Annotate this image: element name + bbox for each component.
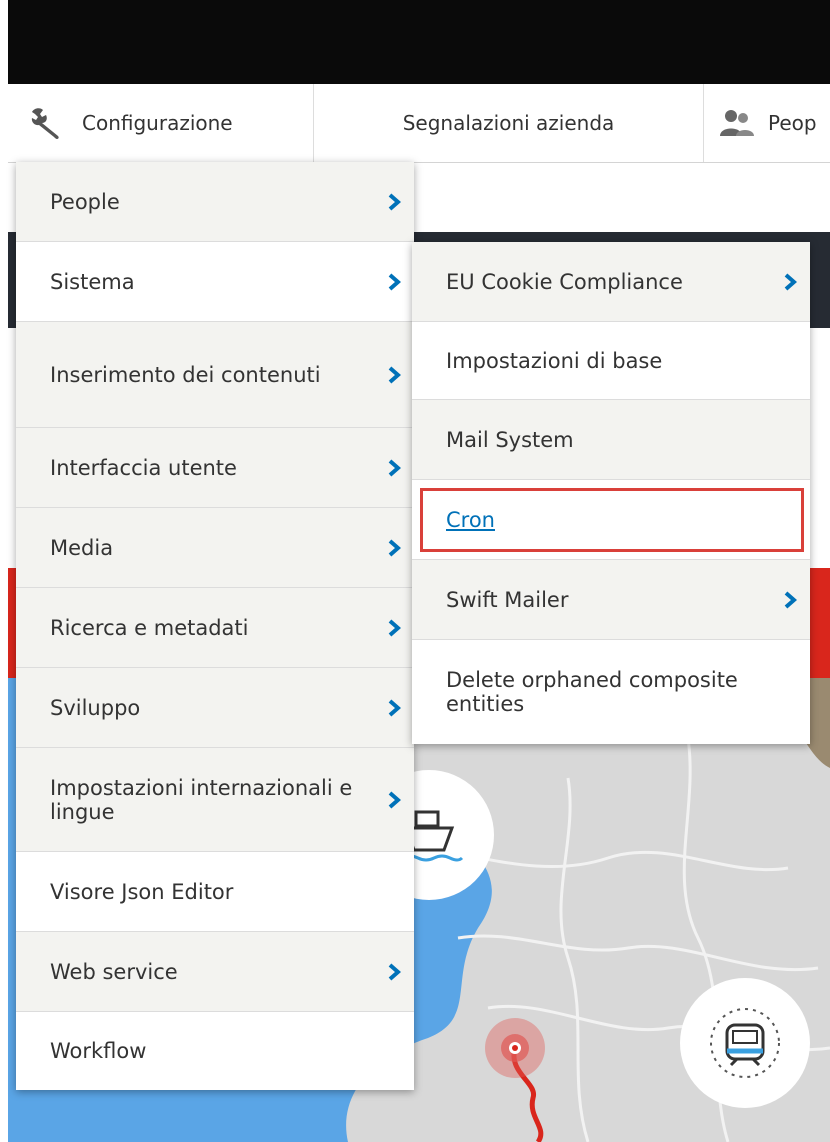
menu-item-label: Ricerca e metadati [50,615,249,640]
toolbar-item-label: Peop [768,111,817,135]
toolbar-item-label: Segnalazioni azienda [402,111,615,135]
menu-item-ricerca-metadati[interactable]: Ricerca e metadati [16,588,414,668]
menu-item-label: Workflow [50,1039,147,1063]
toolbar-item-configurazione[interactable]: Configurazione [8,84,314,162]
menu-item-label: Interfaccia utente [50,455,237,480]
train-icon [680,978,810,1108]
admin-toolbar-tray: Configurazione Segnalazioni azienda Peop [8,84,830,163]
menu-item-label: Impostazioni internazionali e lingue [50,775,353,824]
submenu-item-delete-orphaned[interactable]: Delete orphaned composite entities [412,640,810,744]
chevron-right-icon [782,272,798,291]
menu-item-label: Delete orphaned composite entities [446,668,738,716]
submenu-item-impostazioni-di-base[interactable]: Impostazioni di base [412,322,810,400]
menu-item-label: EU Cookie Compliance [446,269,683,294]
menu-item-people[interactable]: People [16,162,414,242]
menu-item-web-service[interactable]: Web service [16,932,414,1012]
toolbar-item-people[interactable]: Peop [704,84,830,162]
menu-item-label: Web service [50,959,178,984]
submenu-item-swift-mailer[interactable]: Swift Mailer [412,560,810,640]
chevron-right-icon [386,365,402,384]
top-black-bar [8,0,830,84]
chevron-right-icon [386,192,402,211]
chevron-right-icon [386,458,402,477]
menu-item-label: People [50,189,120,214]
configurazione-dropdown-menu: People Sistema Inserimento dei contenuti… [16,162,414,1090]
chevron-right-icon [386,698,402,717]
toolbar-item-segnalazioni[interactable]: Segnalazioni azienda [314,84,704,162]
chevron-right-icon [386,962,402,981]
submenu-item-mail-system[interactable]: Mail System [412,400,810,480]
menu-item-impostazioni-internazionali[interactable]: Impostazioni internazionali e lingue [16,748,414,852]
menu-item-label: Visore Json Editor [50,879,234,904]
menu-item-label: Inserimento dei contenuti [50,362,321,387]
menu-item-label: Sistema [50,269,135,294]
chevron-right-icon [386,790,402,809]
menu-item-sistema[interactable]: Sistema [16,242,414,322]
chevron-right-icon [386,538,402,557]
menu-item-inserimento-contenuti[interactable]: Inserimento dei contenuti [16,322,414,428]
menu-item-label: Media [50,535,114,560]
wrench-icon [28,106,68,140]
menu-item-label: Mail System [446,427,574,452]
menu-item-interfaccia-utente[interactable]: Interfaccia utente [16,428,414,508]
menu-item-workflow[interactable]: Workflow [16,1012,414,1090]
cron-highlight-box [420,488,804,552]
chevron-right-icon [386,272,402,291]
menu-item-label: Impostazioni di base [446,348,663,373]
menu-item-visore-json-editor[interactable]: Visore Json Editor [16,852,414,932]
chevron-right-icon [782,590,798,609]
chevron-right-icon [386,618,402,637]
submenu-item-eu-cookie-compliance[interactable]: EU Cookie Compliance [412,242,810,322]
toolbar-item-label: Configurazione [82,111,233,135]
menu-item-label: Swift Mailer [446,587,569,612]
menu-item-media[interactable]: Media [16,508,414,588]
people-icon [718,108,756,138]
left-margin [0,0,8,1142]
menu-item-sviluppo[interactable]: Sviluppo [16,668,414,748]
menu-item-label: Sviluppo [50,695,141,720]
